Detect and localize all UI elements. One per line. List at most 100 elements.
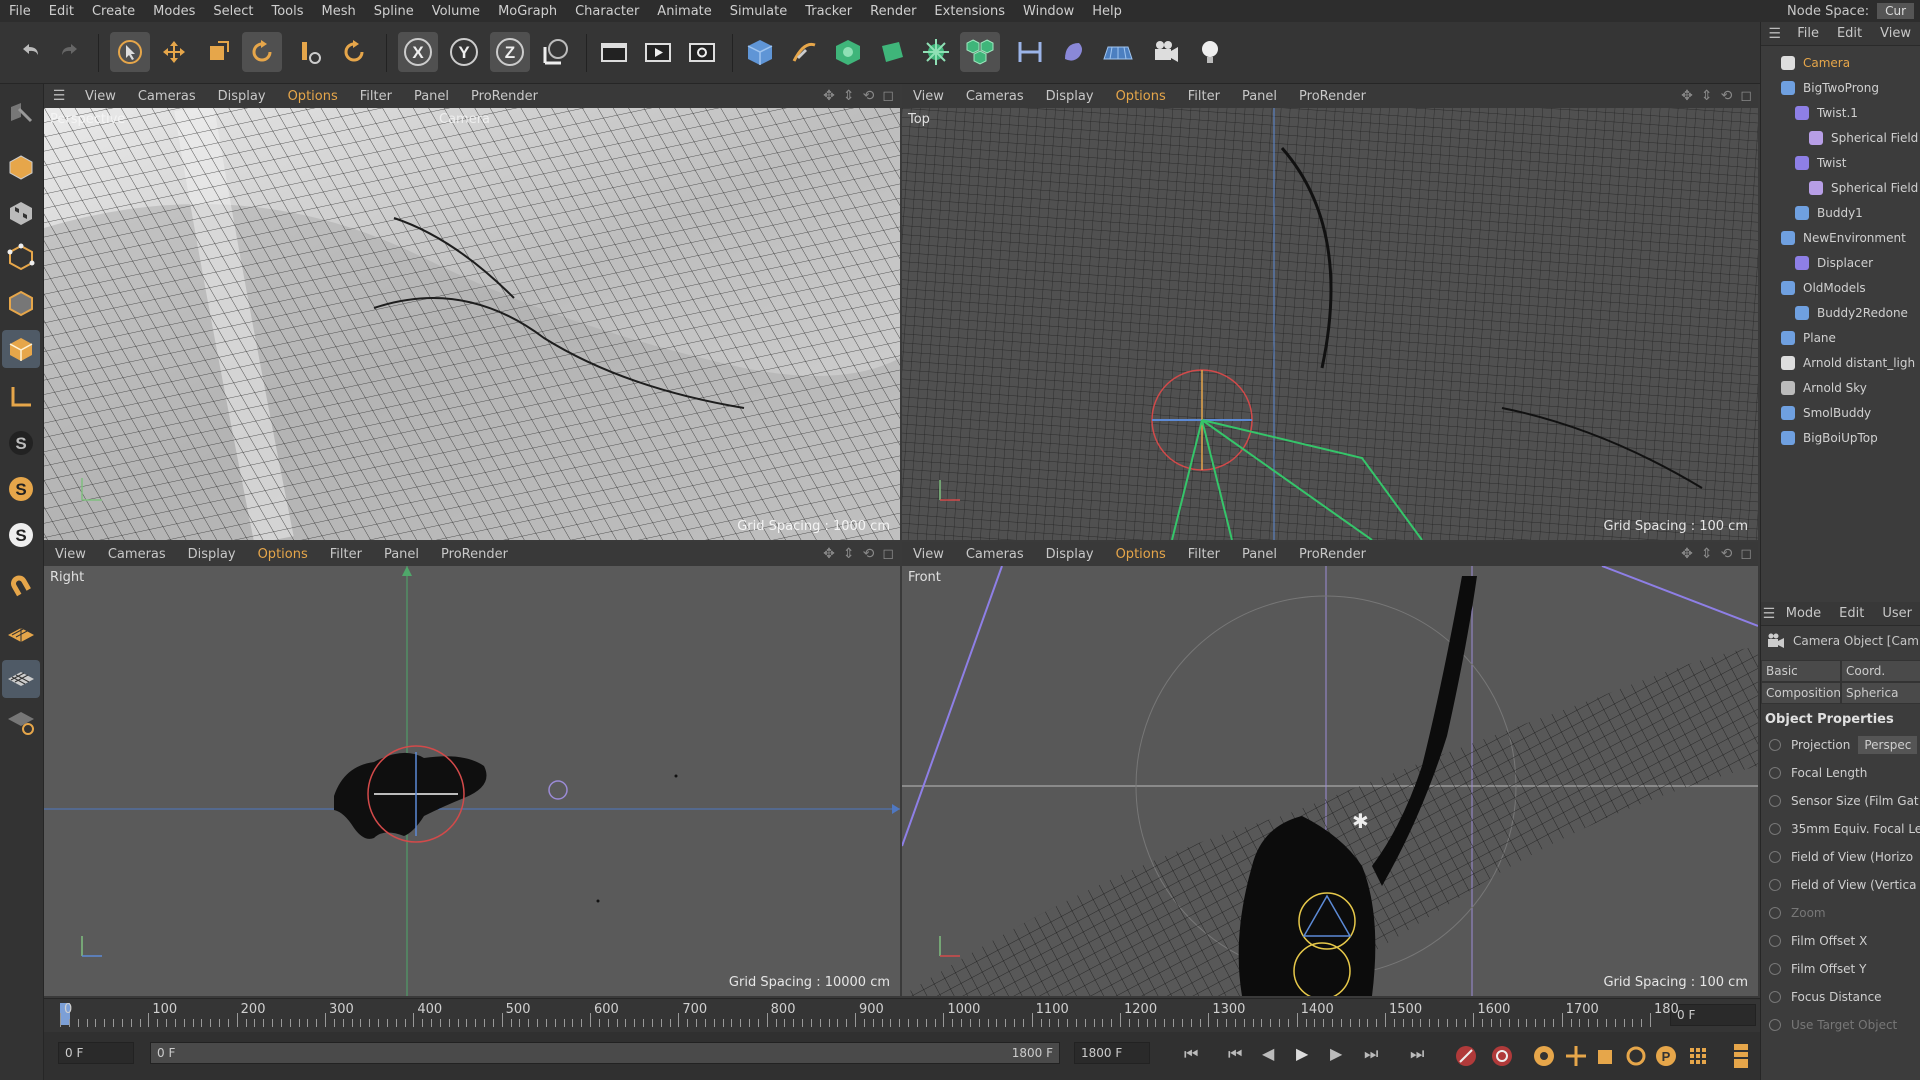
animate-radio[interactable] bbox=[1769, 795, 1781, 807]
om-menu-edit[interactable]: Edit bbox=[1828, 26, 1871, 41]
menu-create[interactable]: Create bbox=[83, 4, 144, 19]
menu-mograph[interactable]: MoGraph bbox=[489, 4, 566, 19]
rotate-icon[interactable] bbox=[242, 32, 282, 72]
object-row[interactable]: Buddy2Redone bbox=[1761, 300, 1920, 325]
z-axis-icon[interactable]: Z bbox=[490, 32, 530, 72]
menu-spline[interactable]: Spline bbox=[365, 4, 423, 19]
move-icon[interactable] bbox=[154, 32, 194, 72]
tab-spherical[interactable]: Spherica bbox=[1841, 682, 1920, 704]
node-space-dropdown[interactable]: Cur bbox=[1877, 3, 1914, 19]
make-editable-icon[interactable] bbox=[2, 94, 40, 132]
dolly-icon[interactable]: ⇕ bbox=[1701, 546, 1713, 562]
scale-key-icon[interactable] bbox=[1594, 1044, 1618, 1068]
magnet-icon[interactable] bbox=[2, 568, 40, 606]
orbit-icon[interactable]: ⟲ bbox=[1721, 546, 1733, 562]
extrude-icon[interactable] bbox=[872, 32, 912, 72]
texture-icon[interactable] bbox=[2, 194, 40, 232]
snap-icon[interactable]: S bbox=[2, 424, 40, 462]
vp-menu-prorender[interactable]: ProRender bbox=[1288, 89, 1377, 104]
om-menu-file[interactable]: File bbox=[1788, 26, 1828, 41]
menu-edit[interactable]: Edit bbox=[40, 4, 83, 19]
points-icon[interactable] bbox=[2, 238, 40, 276]
vp-menu-filter[interactable]: Filter bbox=[1177, 547, 1231, 562]
maximize-icon[interactable]: ◻ bbox=[882, 88, 894, 104]
vp-menu-cameras[interactable]: Cameras bbox=[955, 547, 1035, 562]
projection-dropdown[interactable]: Perspec bbox=[1858, 736, 1918, 754]
vp-menu-display[interactable]: Display bbox=[177, 547, 247, 562]
menu-animate[interactable]: Animate bbox=[648, 4, 720, 19]
x-axis-icon[interactable]: X bbox=[398, 32, 438, 72]
menu-render[interactable]: Render bbox=[861, 4, 925, 19]
cloner-icon[interactable] bbox=[916, 32, 956, 72]
timeline-window-icon[interactable] bbox=[1730, 1042, 1752, 1070]
orbit-icon[interactable]: ⟲ bbox=[863, 88, 875, 104]
recent-tool-icon[interactable] bbox=[334, 32, 374, 72]
attr-menu-edit[interactable]: Edit bbox=[1830, 606, 1873, 621]
undo-icon[interactable] bbox=[10, 32, 50, 72]
dolly-icon[interactable]: ⇕ bbox=[1701, 88, 1713, 104]
object-row[interactable]: Camera bbox=[1761, 50, 1920, 75]
vp-menu-options[interactable]: Options bbox=[1105, 89, 1177, 104]
animate-radio[interactable] bbox=[1769, 991, 1781, 1003]
viewport-top[interactable]: Top Grid Spacing : 100 cm bbox=[902, 108, 1758, 540]
object-row[interactable]: Buddy1 bbox=[1761, 200, 1920, 225]
live-select-icon[interactable] bbox=[290, 32, 330, 72]
menu-file[interactable]: File bbox=[0, 4, 40, 19]
object-row[interactable]: Arnold distant_ligh bbox=[1761, 350, 1920, 375]
vp-menu-panel[interactable]: Panel bbox=[1231, 547, 1288, 562]
world-coord-icon[interactable] bbox=[536, 32, 576, 72]
edges-icon[interactable] bbox=[2, 284, 40, 322]
menu-window[interactable]: Window bbox=[1014, 4, 1083, 19]
maximize-icon[interactable]: ◻ bbox=[1740, 546, 1752, 562]
go-to-prev-key-icon[interactable]: ⏮ bbox=[1228, 1044, 1242, 1064]
y-axis-icon[interactable]: Y bbox=[444, 32, 484, 72]
pan-icon[interactable]: ✥ bbox=[823, 88, 835, 104]
om-menu-view[interactable]: View bbox=[1871, 26, 1920, 41]
menu-extensions[interactable]: Extensions bbox=[925, 4, 1014, 19]
animate-radio[interactable] bbox=[1769, 1019, 1781, 1031]
render-settings-icon[interactable] bbox=[682, 32, 722, 72]
attr-menu-user[interactable]: User bbox=[1873, 606, 1920, 621]
vp-menu-view[interactable]: View bbox=[44, 547, 97, 562]
vp-menu-display[interactable]: Display bbox=[207, 89, 277, 104]
animate-radio[interactable] bbox=[1769, 739, 1781, 751]
orbit-icon[interactable]: ⟲ bbox=[863, 546, 875, 562]
go-to-start-icon[interactable]: ⏮ bbox=[1184, 1044, 1198, 1064]
model-icon[interactable] bbox=[2, 148, 40, 186]
texture-tag-icon[interactable] bbox=[2, 704, 40, 742]
object-row[interactable]: SmolBuddy bbox=[1761, 400, 1920, 425]
menu-select[interactable]: Select bbox=[204, 4, 262, 19]
menu-volume[interactable]: Volume bbox=[423, 4, 489, 19]
object-row[interactable]: Spherical Field bbox=[1761, 175, 1920, 200]
point-level-anim-icon[interactable] bbox=[1686, 1044, 1710, 1068]
snap-white-icon[interactable]: S bbox=[2, 516, 40, 554]
snap-orange-icon[interactable]: S bbox=[2, 470, 40, 508]
vp-menu-display[interactable]: Display bbox=[1035, 89, 1105, 104]
field-icon[interactable] bbox=[1054, 32, 1094, 72]
vp-menu-options[interactable]: Options bbox=[277, 89, 349, 104]
pan-icon[interactable]: ✥ bbox=[1681, 546, 1693, 562]
keyframe-selection-icon[interactable] bbox=[1532, 1044, 1556, 1068]
dolly-icon[interactable]: ⇕ bbox=[843, 88, 855, 104]
menu-modes[interactable]: Modes bbox=[144, 4, 204, 19]
viewport-right[interactable]: Right Grid Spacing : 10000 cm bbox=[44, 566, 900, 996]
autokey-icon[interactable] bbox=[1490, 1044, 1514, 1068]
hamburger-icon[interactable]: ☰ bbox=[1761, 26, 1788, 42]
parameter-key-icon[interactable]: P bbox=[1654, 1044, 1678, 1068]
vp-menu-cameras[interactable]: Cameras bbox=[127, 89, 207, 104]
axis-icon[interactable] bbox=[2, 378, 40, 416]
object-row[interactable]: NewEnvironment bbox=[1761, 225, 1920, 250]
object-row[interactable]: Twist.1 bbox=[1761, 100, 1920, 125]
go-to-next-key-icon[interactable]: ⏭ bbox=[1364, 1044, 1378, 1064]
attr-menu-mode[interactable]: Mode bbox=[1777, 606, 1830, 621]
animate-radio[interactable] bbox=[1769, 767, 1781, 779]
select-icon[interactable] bbox=[110, 32, 150, 72]
redo-icon[interactable] bbox=[50, 32, 90, 72]
tab-coord[interactable]: Coord. bbox=[1841, 660, 1920, 682]
vp-menu-prorender[interactable]: ProRender bbox=[460, 89, 549, 104]
pan-icon[interactable]: ✥ bbox=[823, 546, 835, 562]
scale-icon[interactable] bbox=[198, 32, 238, 72]
timeline-ruler[interactable]: 0 F 0 100 200 300 400 500 600 700 800 900 1000 1100… bbox=[44, 998, 1760, 1032]
end-frame-field[interactable]: 1800 F bbox=[1074, 1042, 1150, 1064]
vp-menu-cameras[interactable]: Cameras bbox=[955, 89, 1035, 104]
